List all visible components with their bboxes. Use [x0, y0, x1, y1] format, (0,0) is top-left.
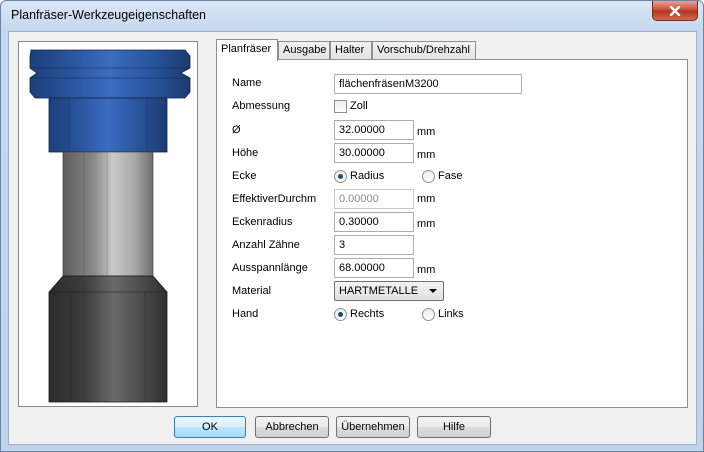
tool-preview-image [19, 42, 197, 406]
uebernehmen-button[interactable]: Übernehmen [336, 416, 410, 438]
dialog-client-area: Planfräser Ausgabe Halter Vorschub/Drehz… [8, 31, 697, 445]
diameter-label: Ø [232, 124, 241, 136]
dialog-window: Planfräser-Werkzeugeigenschaften Planfrä… [0, 0, 704, 452]
radius-radio[interactable] [334, 170, 347, 183]
tool-preview [18, 41, 198, 407]
ausspannlaenge-unit: mm [417, 264, 436, 276]
window-title: Planfräser-Werkzeugeigenschaften [11, 8, 207, 22]
links-radio[interactable] [422, 308, 435, 321]
diameter-unit: mm [417, 126, 436, 138]
tab-planfraeser[interactable]: Planfräser [216, 39, 278, 61]
abmessung-label: Abmessung [232, 100, 291, 112]
anzahl-zaehne-input[interactable]: 3 [334, 235, 414, 255]
hoehe-unit: mm [417, 149, 436, 161]
fase-label: Fase [438, 170, 463, 182]
rechts-label: Rechts [350, 308, 385, 320]
ecke-label: Ecke [232, 170, 257, 182]
hoehe-input[interactable]: 30.00000 [334, 143, 414, 163]
tab-halter[interactable]: Halter [330, 41, 372, 59]
zoll-label: Zoll [350, 100, 368, 112]
anzahl-zaehne-label: Anzahl Zähne [232, 239, 300, 251]
diameter-input[interactable]: 32.00000 [334, 120, 414, 140]
eckenradius-unit: mm [417, 218, 436, 230]
name-input[interactable]: flächenfräsenM3200 [334, 74, 522, 94]
zoll-checkbox[interactable] [334, 100, 347, 113]
tab-vorschub-drehzahl[interactable]: Vorschub/Drehzahl [372, 41, 476, 59]
eckenradius-label: Eckenradius [232, 216, 293, 228]
name-label: Name [232, 77, 262, 89]
tab-panel-planfraeser: Name flächenfräsenM3200 Abmessung Zoll Ø… [216, 59, 688, 408]
abbrechen-button[interactable]: Abbrechen [255, 416, 329, 438]
effektiver-durchmesser-unit: mm [417, 193, 436, 205]
close-button[interactable] [652, 1, 698, 21]
ok-button[interactable]: OK [174, 416, 246, 438]
radius-label: Radius [350, 170, 385, 182]
hand-label: Hand [232, 308, 259, 320]
tab-ausgabe[interactable]: Ausgabe [278, 41, 330, 59]
chevron-down-icon [429, 289, 437, 293]
title-bar[interactable]: Planfräser-Werkzeugeigenschaften [1, 1, 703, 31]
effektiver-durchmesser-input: 0.00000 [334, 189, 414, 209]
hilfe-button[interactable]: Hilfe [417, 416, 491, 438]
eckenradius-input[interactable]: 0.30000 [334, 212, 414, 232]
ausspannlaenge-input[interactable]: 68.00000 [334, 258, 414, 278]
material-select[interactable]: HARTMETALLE [334, 281, 444, 301]
close-icon [669, 5, 681, 16]
ausspannlaenge-label: Ausspannlänge [232, 262, 308, 274]
rechts-radio[interactable] [334, 308, 347, 321]
links-label: Links [438, 308, 464, 320]
hoehe-label: Höhe [232, 147, 259, 159]
effektiver-durchmesser-label: EffektiverDurchm [232, 193, 317, 205]
fase-radio[interactable] [422, 170, 435, 183]
material-label: Material [232, 285, 272, 297]
